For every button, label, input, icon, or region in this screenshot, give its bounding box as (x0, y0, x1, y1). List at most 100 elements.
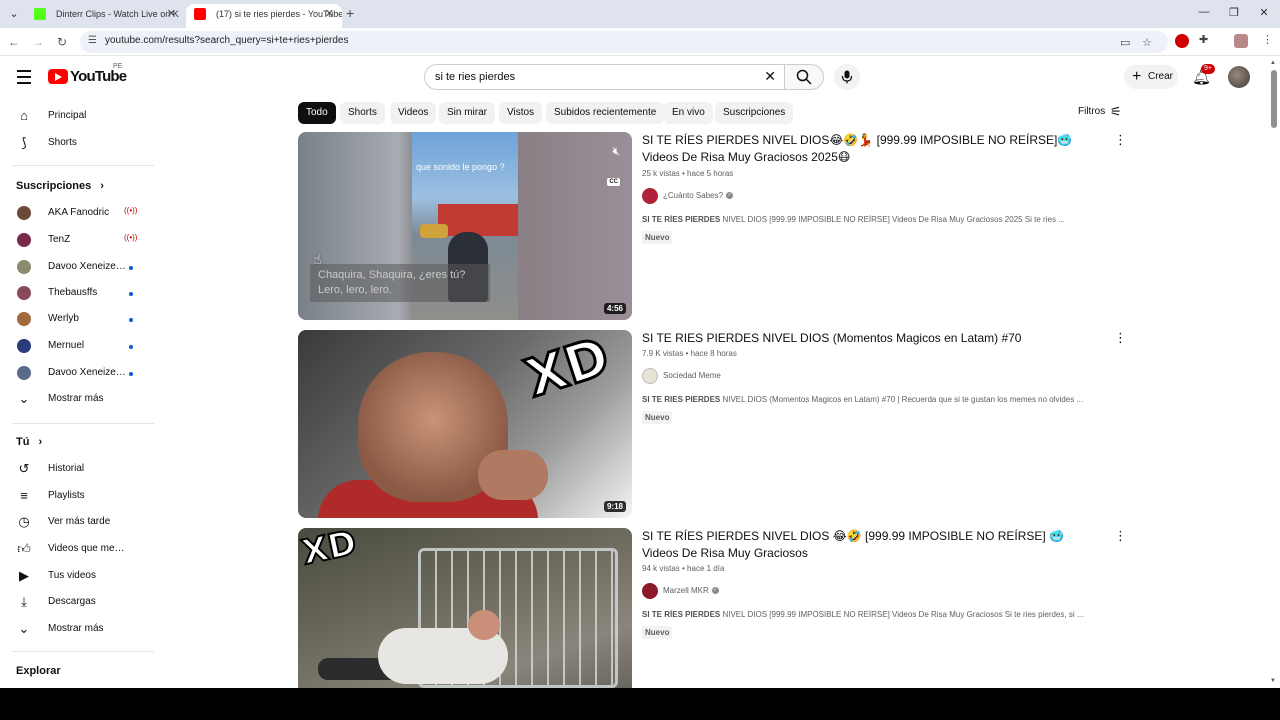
scroll-up-icon[interactable]: ▲ (1270, 60, 1276, 66)
sidebar-item-label: Playlists (48, 490, 85, 501)
page-scrollbar[interactable]: ▲ ▼ (1270, 60, 1277, 688)
video-title[interactable]: SI TE RÍES PIERDES NIVEL DIOS 😂🤣 [999.99… (642, 528, 1102, 562)
site-info-icon[interactable]: ☰ (88, 35, 97, 46)
chip-en-vivo[interactable]: En vivo (664, 102, 713, 124)
sidebar-item-downloads[interactable]: ⤓ Descargas (0, 589, 156, 615)
sidebar-item-shorts[interactable]: ⟆ Shorts (0, 130, 156, 156)
sidebar-item-principal[interactable]: ⌂ Principal (0, 103, 156, 129)
extension-red-icon[interactable] (1175, 34, 1189, 48)
voice-search-button[interactable] (834, 64, 860, 90)
chip-vistos[interactable]: Vistos (499, 102, 543, 124)
sidebar-item-label: Davoo Xeneize T... (48, 367, 126, 378)
search-button[interactable] (784, 64, 824, 90)
chip-subidos[interactable]: Subidos recientemente (546, 102, 665, 124)
chip-sin-mirar[interactable]: Sin mirar (439, 102, 496, 124)
bookmark-star-icon[interactable]: ☆ (1142, 36, 1152, 49)
tab-youtube[interactable]: (17) si te ries pierdes - YouTube ✕ (186, 4, 342, 28)
sidebar-item-label: Shorts (48, 137, 77, 148)
verified-icon: ✓ (726, 192, 734, 200)
profile-icon[interactable] (1234, 34, 1248, 48)
forward-icon[interactable]: → (30, 34, 46, 50)
sidebar-item-sub[interactable]: Thebausffs (0, 280, 156, 306)
new-badge: Nuevo (642, 626, 673, 639)
sidebar-item-historial[interactable]: ↺ Historial (0, 456, 156, 482)
close-tab-icon[interactable]: ✕ (325, 4, 334, 24)
closed-captions-icon[interactable]: CC (607, 178, 620, 186)
menu-icon[interactable] (17, 70, 31, 88)
notifications-button[interactable]: 🔔︎ 9+ (1192, 64, 1215, 86)
clear-search-icon[interactable]: ✕ (764, 68, 776, 85)
tab-search-icon[interactable]: ⌄ (6, 6, 22, 22)
more-actions-icon[interactable]: ⋮ (1114, 528, 1127, 544)
chevron-right-icon: › (100, 180, 104, 192)
sidebar-item-sub[interactable]: AKA Fanodric ((•)) (0, 200, 156, 226)
sidebar-item-watch-later[interactable]: ◷ Ver más tarde (0, 509, 156, 535)
reload-icon[interactable]: ↻ (54, 34, 70, 50)
sidebar-item-sub[interactable]: Werlyb (0, 306, 156, 332)
search-input[interactable]: si te ries pierdes ✕ (424, 64, 784, 90)
desc-highlight: SI TE RÍES PIERDES (642, 610, 721, 619)
logo-text: YouTube (70, 68, 127, 85)
sidebar-item-your-videos[interactable]: ▶ Tus videos (0, 563, 156, 589)
new-content-dot (129, 292, 133, 296)
video-description: SI TE RÍES PIERDES NIVEL DIOS [999.99 IM… (642, 610, 1102, 619)
sidebar-show-more[interactable]: ⌄ Mostrar más (0, 386, 156, 412)
more-actions-icon[interactable]: ⋮ (1114, 132, 1127, 148)
scrollbar-thumb[interactable] (1271, 70, 1277, 128)
chip-videos[interactable]: Videos (390, 102, 437, 124)
like-icon: 👍︎ (17, 541, 31, 556)
channel-avatar (642, 188, 658, 204)
back-icon[interactable]: ← (6, 34, 22, 50)
desc-text: NIVEL DIOS [999.99 IMPOSIBLE NO REÍRSE] … (720, 215, 1065, 224)
maximize-icon[interactable]: ❐ (1224, 6, 1244, 19)
video-thumbnail[interactable]: XD (298, 528, 632, 688)
chip-shorts[interactable]: Shorts (340, 102, 385, 124)
filters-button[interactable]: Filtros ⚟ (1078, 104, 1122, 119)
more-actions-icon[interactable]: ⋮ (1114, 330, 1127, 346)
chip-todo[interactable]: Todo (298, 102, 336, 124)
sidebar-item-sub[interactable]: Davoo Xeneize T... (0, 360, 156, 386)
close-window-icon[interactable]: ✕ (1254, 6, 1274, 19)
microphone-icon (841, 70, 853, 84)
you-heading[interactable]: Tú › (16, 436, 42, 448)
minimize-icon[interactable]: — (1194, 6, 1214, 18)
browser-menu-icon[interactable]: ⋮ (1262, 33, 1273, 46)
video-thumbnail[interactable]: que sonido le pongo ? Chaquira, Shaquira… (298, 132, 632, 320)
new-tab-icon[interactable]: + (346, 6, 354, 20)
new-content-dot (129, 345, 133, 349)
mute-icon[interactable]: 🔇︎ (612, 144, 620, 159)
sidebar-item-playlists[interactable]: ≡ Playlists (0, 483, 156, 509)
address-row: ← → ↻ ☰ youtube.com/results?search_query… (0, 28, 1280, 56)
search-query: si te ries pierdes (435, 71, 516, 83)
sidebar-item-sub[interactable]: Davoo Xeneize P... (0, 254, 156, 280)
account-avatar[interactable] (1228, 66, 1250, 88)
youtube-play-icon (48, 69, 68, 84)
tab-dinterr[interactable]: Dinterr Clips - Watch Live on K ✕ (26, 4, 184, 28)
history-icon: ↺ (18, 461, 30, 476)
cast-icon[interactable]: ▭ (1120, 36, 1130, 49)
video-title[interactable]: SI TE RIES PIERDES NIVEL DIOS (Momentos … (642, 330, 1102, 347)
youtube-header: YouTube PE si te ries pierdes ✕ + Crear … (0, 56, 1280, 98)
extensions-puzzle-icon[interactable]: ✚ (1199, 33, 1208, 46)
thumb-overlay-text: XD (517, 330, 618, 411)
address-bar[interactable]: ☰ youtube.com/results?search_query=si+te… (80, 31, 1168, 53)
sidebar-item-sub[interactable]: TenZ ((•)) (0, 227, 156, 253)
sliders-icon: ⚟ (1110, 104, 1122, 119)
video-thumbnail[interactable]: XD 9:18 (298, 330, 632, 518)
sidebar-show-more[interactable]: ⌄ Mostrar más (0, 616, 156, 642)
kick-favicon-icon (34, 8, 46, 20)
live-icon: ((•)) (124, 233, 138, 242)
video-description: SI TE RIES PIERDES NIVEL DIOS (Momentos … (642, 395, 1102, 404)
notification-badge: 9+ (1201, 64, 1215, 74)
video-title[interactable]: SI TE RÍES PIERDES NIVEL DIOS😂🤣💃 [999.99… (642, 132, 1102, 166)
video-duration: 9:18 (603, 501, 626, 512)
sidebar-item-liked[interactable]: 👍︎ Videos que me gus... (0, 536, 156, 562)
scroll-down-icon[interactable]: ▼ (1270, 678, 1276, 684)
close-tab-icon[interactable]: ✕ (167, 4, 176, 24)
subscriptions-heading[interactable]: Suscripciones › (16, 180, 104, 192)
create-button[interactable]: + Crear (1124, 65, 1178, 89)
chip-suscripciones[interactable]: Suscripciones (715, 102, 794, 124)
new-badge: Nuevo (642, 231, 673, 244)
channel-name: Sociedad Meme (663, 371, 721, 380)
sidebar-item-sub[interactable]: Mernuel (0, 333, 156, 359)
